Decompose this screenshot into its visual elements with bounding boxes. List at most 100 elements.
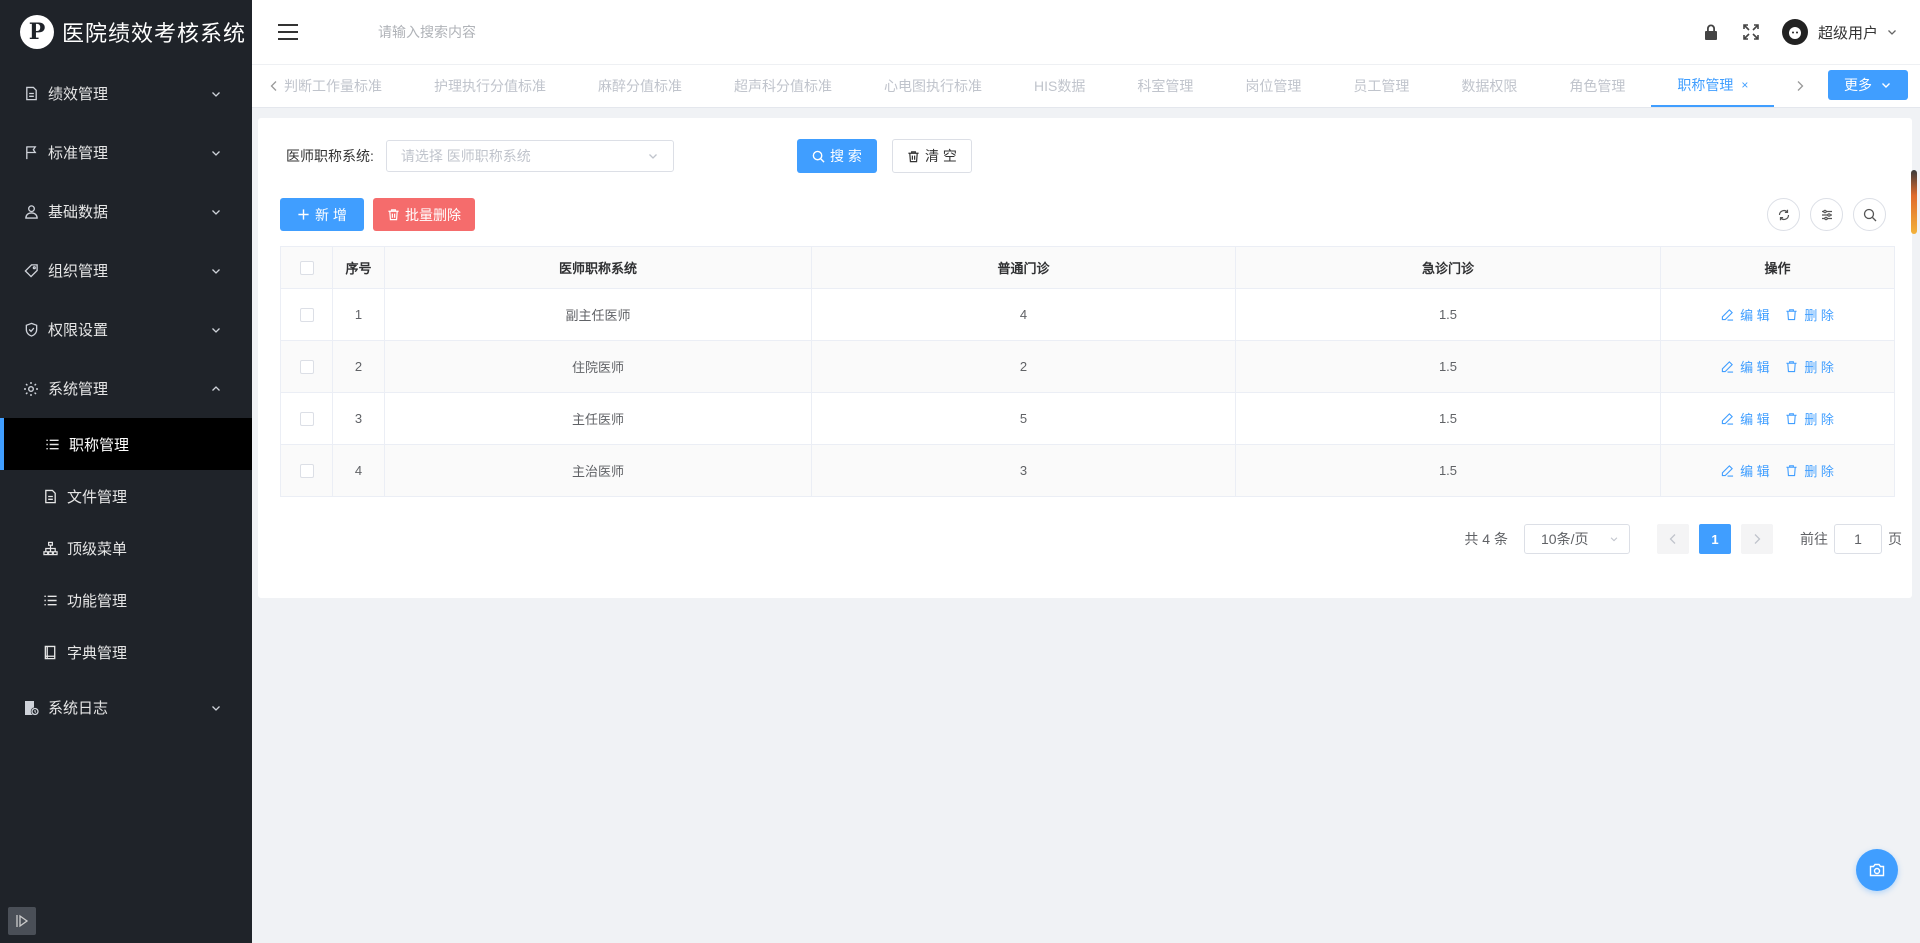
goto-page-input[interactable]	[1834, 524, 1882, 554]
tab-anesthesia-score[interactable]: 麻醉分值标准	[572, 65, 708, 107]
select-all-checkbox[interactable]	[299, 261, 314, 276]
tab-employee[interactable]: 员工管理	[1327, 65, 1435, 107]
edit-button[interactable]: 编 辑	[1721, 357, 1770, 376]
cell-outpatient: 4	[811, 288, 1236, 341]
tab-close-icon[interactable]: ×	[1741, 78, 1748, 92]
log-icon	[22, 699, 40, 717]
select-all-checkbox-cell[interactable]	[280, 246, 333, 289]
cell-index: 2	[332, 340, 385, 393]
page-scrollbar[interactable]	[1911, 170, 1917, 234]
sidebar-item-system-log[interactable]: 系统日志	[0, 678, 252, 737]
prev-page-button[interactable]	[1657, 524, 1689, 554]
filter-settings-icon	[1821, 209, 1832, 220]
cell-title: 副主任医师	[384, 288, 812, 341]
app-logo[interactable]: P 医院绩效考核系统	[0, 0, 252, 64]
next-page-button[interactable]	[1741, 524, 1773, 554]
user-name[interactable]: 超级用户	[1818, 22, 1878, 43]
user-avatar[interactable]	[1781, 19, 1808, 45]
cell-actions: 编 辑 删 除	[1660, 392, 1895, 445]
filter-row: 医师职称系统: 请选择 医师职称系统	[286, 140, 674, 172]
tab-position[interactable]: 岗位管理	[1219, 65, 1327, 107]
sidebar-subitem-file-management[interactable]: 文件管理	[0, 470, 252, 522]
tab-list: 判断工作量标准 护理执行分值标准 麻醉分值标准 超声科分值标准 心电图执行标准 …	[282, 65, 1792, 107]
table-row: 2 住院医师 2 1.5 编 辑 删 除	[280, 340, 1895, 393]
sidebar-subitem-top-menu[interactable]: 顶级菜单	[0, 522, 252, 574]
batch-delete-button[interactable]: 批量删除	[373, 198, 475, 231]
delete-button[interactable]: 删 除	[1785, 305, 1834, 324]
user-icon	[22, 203, 40, 221]
cell-title: 住院医师	[384, 340, 812, 393]
app-title: 医院绩效考核系统	[62, 20, 247, 46]
page-size-select[interactable]: 10条/页	[1524, 524, 1630, 554]
sidebar-subitem-dictionary-management[interactable]: 字典管理	[0, 626, 252, 678]
column-header-outpatient: 普通门诊	[811, 246, 1236, 289]
table-row: 3 主任医师 5 1.5 编 辑 删 除	[280, 392, 1895, 445]
delete-button[interactable]: 删 除	[1785, 357, 1834, 376]
tab-scroll-right-icon[interactable]	[1792, 78, 1808, 94]
tab-department[interactable]: 科室管理	[1111, 65, 1219, 107]
more-tabs-button[interactable]: 更多	[1828, 70, 1908, 100]
cell-index: 4	[332, 444, 385, 497]
sidebar-item-performance[interactable]: 绩效管理	[0, 64, 252, 123]
page-suffix: 页	[1888, 531, 1902, 547]
search-icon	[812, 150, 825, 163]
tab-ultrasound-score[interactable]: 超声科分值标准	[708, 65, 858, 107]
content-card: 医师职称系统: 请选择 医师职称系统 搜 索 清 空 新 增 批量删除 序号 医…	[258, 118, 1912, 598]
lock-icon[interactable]	[1700, 21, 1722, 43]
cell-index: 3	[332, 392, 385, 445]
sidebar-collapse-button[interactable]	[8, 907, 36, 935]
fullscreen-icon[interactable]	[1740, 21, 1762, 43]
menu-toggle-icon[interactable]	[278, 24, 298, 40]
chevron-down-icon[interactable]	[1886, 26, 1898, 38]
tab-data-permission[interactable]: 数据权限	[1435, 65, 1543, 107]
edit-button[interactable]: 编 辑	[1721, 305, 1770, 324]
tab-role[interactable]: 角色管理	[1543, 65, 1651, 107]
goto-label: 前往	[1800, 531, 1828, 547]
clear-button[interactable]: 清 空	[892, 139, 972, 173]
trash-icon	[1785, 308, 1798, 321]
column-header-actions: 操作	[1660, 246, 1895, 289]
add-button[interactable]: 新 增	[280, 198, 364, 231]
search-input[interactable]	[378, 24, 678, 40]
refresh-button[interactable]	[1767, 198, 1800, 231]
cell-outpatient: 2	[811, 340, 1236, 393]
org-chart-icon	[42, 540, 58, 556]
sidebar-subitem-function-management[interactable]: 功能管理	[0, 574, 252, 626]
pinterest-logo-icon: P	[20, 14, 54, 49]
search-button[interactable]: 搜 索	[797, 139, 877, 173]
column-settings-button[interactable]	[1810, 198, 1843, 231]
tab-nursing-score[interactable]: 护理执行分值标准	[408, 65, 572, 107]
row-checkbox[interactable]	[299, 412, 314, 427]
row-checkbox[interactable]	[299, 308, 314, 323]
toggle-search-button[interactable]	[1853, 198, 1886, 231]
trash-icon	[907, 150, 920, 163]
table-row: 4 主治医师 3 1.5 编 辑 删 除	[280, 444, 1895, 497]
chevron-down-icon	[648, 154, 657, 159]
tab-title-management[interactable]: 职称管理 ×	[1651, 65, 1775, 107]
header-actions: 超级用户	[1682, 19, 1898, 45]
tab-workload-standard[interactable]: 判断工作量标准	[282, 65, 408, 107]
sidebar-item-system[interactable]: 系统管理	[0, 359, 252, 418]
title-system-select[interactable]: 请选择 医师职称系统	[385, 140, 674, 172]
sidebar-item-permissions[interactable]: 权限设置	[0, 300, 252, 359]
chevron-down-icon	[1610, 537, 1618, 542]
delete-button[interactable]: 删 除	[1785, 461, 1834, 480]
tab-ecg-standard[interactable]: 心电图执行标准	[858, 65, 1008, 107]
row-checkbox[interactable]	[299, 360, 314, 375]
page-number-current[interactable]: 1	[1699, 524, 1731, 554]
sidebar-subitem-title-management[interactable]: 职称管理	[0, 418, 252, 470]
tab-scroll-left-icon[interactable]	[266, 78, 282, 94]
edit-button[interactable]: 编 辑	[1721, 461, 1770, 480]
title-table: 序号 医师职称系统 普通门诊 急诊门诊 操作 1 副主任医师 4 1.5 编 辑…	[280, 246, 1895, 497]
file-icon	[42, 488, 58, 504]
sidebar-item-basic-data[interactable]: 基础数据	[0, 182, 252, 241]
delete-button[interactable]: 删 除	[1785, 409, 1834, 428]
pagination-total: 共 4 条	[1464, 531, 1508, 547]
list-icon	[42, 592, 58, 608]
screenshot-button[interactable]	[1856, 849, 1898, 891]
row-checkbox[interactable]	[299, 464, 314, 479]
sidebar-item-standards[interactable]: 标准管理	[0, 123, 252, 182]
edit-button[interactable]: 编 辑	[1721, 409, 1770, 428]
tab-his-data[interactable]: HIS数据	[1008, 65, 1111, 107]
sidebar-item-organization[interactable]: 组织管理	[0, 241, 252, 300]
